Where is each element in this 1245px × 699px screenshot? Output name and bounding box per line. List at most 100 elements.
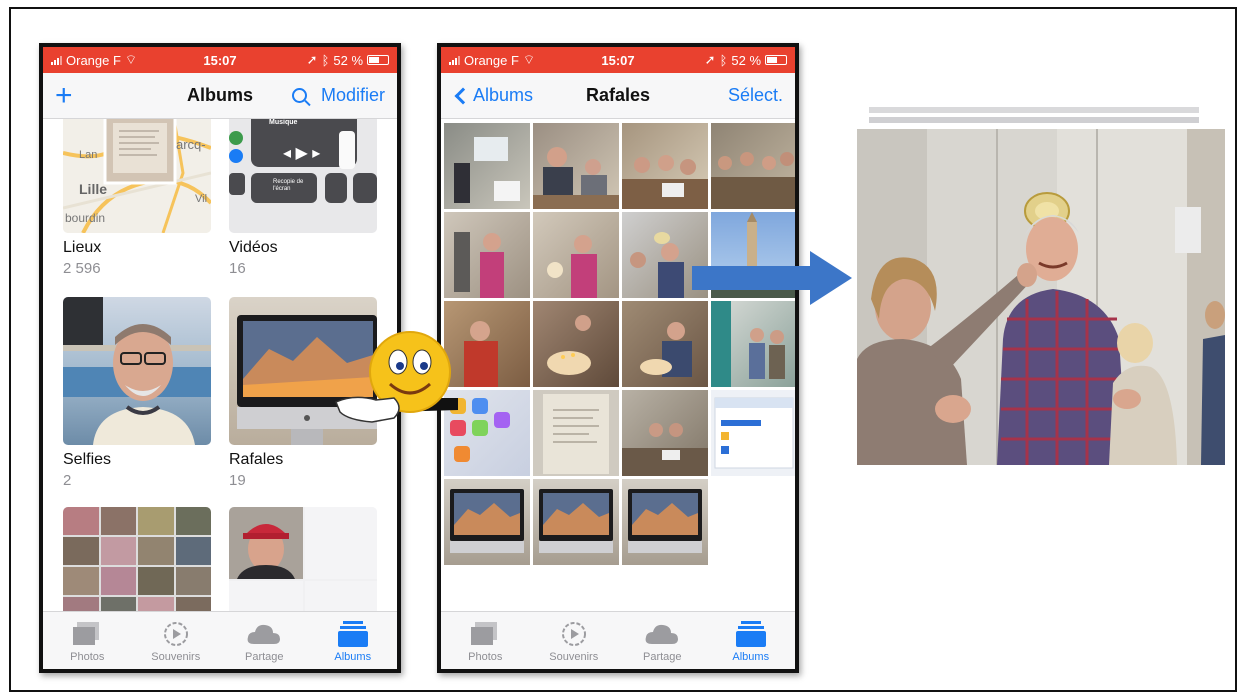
map-label-bourdin: bourdin [65, 211, 106, 225]
albums-nav-bar: + Albums Modifier [43, 73, 397, 119]
photo-thumbnail[interactable] [711, 390, 795, 476]
map-label-vil: Vil [195, 193, 208, 205]
album-name: Rafales [229, 451, 284, 468]
bluetooth-icon: ᛒ [321, 52, 330, 68]
collage-thumbnail [63, 507, 211, 611]
album-burst-collage[interactable] [63, 507, 211, 611]
back-button[interactable]: Albums [453, 85, 533, 106]
memories-icon [162, 619, 190, 649]
carrier-name: Orange F [464, 52, 519, 68]
signal-icon [449, 55, 460, 65]
album-people[interactable] [229, 507, 377, 611]
photo-thumbnail[interactable] [533, 390, 619, 476]
tab-memories[interactable]: Souvenirs [530, 612, 619, 669]
tab-label: Souvenirs [151, 651, 201, 663]
album-name: Vidéos [229, 239, 278, 256]
selfie-portrait [63, 297, 211, 445]
albums-icon [337, 619, 368, 649]
play-icon: ◂ ▶ ▸ [283, 145, 321, 162]
cloud-icon [246, 619, 282, 649]
select-button[interactable]: Sélect. [728, 85, 783, 106]
photos-stack-icon [73, 619, 101, 649]
places-map-thumbnail: Lan arcq- Lille Vil bourdin [63, 119, 211, 233]
photo-thumbnail[interactable] [444, 212, 530, 298]
chevron-left-icon [454, 87, 472, 104]
burst-photo-grid[interactable] [441, 119, 795, 611]
status-bar: Orange F ⌔ 15:07 ➚ ᛒ 52 % [43, 47, 397, 73]
battery-percent: 52 % [333, 52, 364, 68]
tab-sharing[interactable]: Partage [618, 612, 707, 669]
tab-label: Albums [732, 651, 770, 663]
tab-bar: Photos Souvenirs Partage Albums [441, 611, 795, 669]
carrier-name: Orange F [66, 52, 121, 68]
photo-thumbnail[interactable] [533, 212, 619, 298]
battery-percent: 52 % [731, 52, 762, 68]
back-label: Albums [473, 85, 534, 105]
album-selfies[interactable]: Selfies 2 [63, 297, 211, 489]
tab-label: Souvenirs [549, 651, 599, 663]
albums-icon [735, 619, 766, 649]
wifi-icon: ⌔ [522, 52, 536, 67]
status-time: 15:07 [601, 52, 635, 68]
arrow-right-icon [692, 249, 854, 312]
control-center-music: Musique [269, 119, 298, 126]
tab-label: Partage [244, 651, 284, 663]
photos-stack-icon [471, 619, 499, 649]
tab-label: Photos [468, 651, 503, 663]
tab-albums[interactable]: Albums [309, 612, 398, 669]
photo-thumbnail[interactable] [711, 123, 795, 209]
map-label-arcq: arcq- [176, 137, 206, 152]
photo-thumbnail[interactable] [444, 123, 530, 209]
battery-icon [367, 55, 390, 65]
album-count: 16 [229, 260, 246, 277]
photo-thumbnail[interactable] [622, 390, 708, 476]
photo-thumbnail[interactable] [444, 479, 530, 565]
tab-photos[interactable]: Photos [441, 612, 530, 669]
map-label-lille: Lille [79, 181, 108, 197]
tab-label: Albums [334, 651, 372, 663]
bursts-nav-bar: Albums Rafales Sélect. [441, 73, 795, 119]
tab-sharing[interactable]: Partage [220, 612, 309, 669]
album-count: 2 [63, 472, 72, 489]
status-bar: Orange F ⌔ 15:07 ➚ ᛒ 52 % [441, 47, 795, 73]
map-label-lan: Lan [79, 149, 98, 161]
tab-bar: Photos Souvenirs Partage Albums [43, 611, 397, 669]
search-icon[interactable] [291, 88, 307, 103]
memories-icon [560, 619, 588, 649]
selfie-thumbnail [63, 297, 211, 445]
tab-label: Photos [70, 651, 105, 663]
photo-thumbnail[interactable] [533, 479, 619, 565]
tab-memories[interactable]: Souvenirs [132, 612, 221, 669]
cloud-icon [644, 619, 680, 649]
album-count: 19 [229, 472, 246, 489]
edit-button[interactable]: Modifier [321, 85, 385, 106]
tab-label: Partage [642, 651, 682, 663]
photo-thumbnail[interactable] [533, 301, 619, 387]
signal-icon [51, 55, 62, 65]
album-videos[interactable]: Musique ◂ ▶ ▸ Recopie de l'écran Vidéos … [229, 119, 377, 277]
videos-thumbnail: Musique ◂ ▶ ▸ Recopie de l'écran [229, 119, 377, 233]
wifi-icon: ⌔ [124, 52, 138, 67]
album-name: Selfies [63, 451, 112, 468]
status-time: 15:07 [203, 52, 237, 68]
location-icon: ➚ [704, 52, 716, 67]
album-count: 2 596 [63, 260, 101, 277]
add-album-button[interactable]: + [55, 80, 73, 111]
person-portrait [229, 507, 377, 611]
photo-thumbnail[interactable] [622, 301, 708, 387]
enlarged-burst-photo [857, 99, 1225, 465]
screen-mirroring-label: Recopie de l'écran [273, 179, 304, 192]
tab-photos[interactable]: Photos [43, 612, 132, 669]
bursts-phone-screen: Orange F ⌔ 15:07 ➚ ᛒ 52 % Albums Rafales… [437, 43, 799, 673]
photo-thumbnail[interactable] [711, 301, 795, 387]
battery-icon [765, 55, 788, 65]
bluetooth-icon: ᛒ [719, 52, 728, 68]
tab-albums[interactable]: Albums [707, 612, 796, 669]
photo-thumbnail[interactable] [533, 123, 619, 209]
location-icon: ➚ [306, 52, 318, 67]
album-name: Lieux [63, 239, 102, 256]
pointing-emoji-icon [334, 328, 464, 443]
album-places[interactable]: Lan arcq- Lille Vil bourdin Lieux 2 596 [63, 119, 211, 277]
photo-thumbnail[interactable] [622, 479, 708, 565]
photo-thumbnail[interactable] [622, 123, 708, 209]
